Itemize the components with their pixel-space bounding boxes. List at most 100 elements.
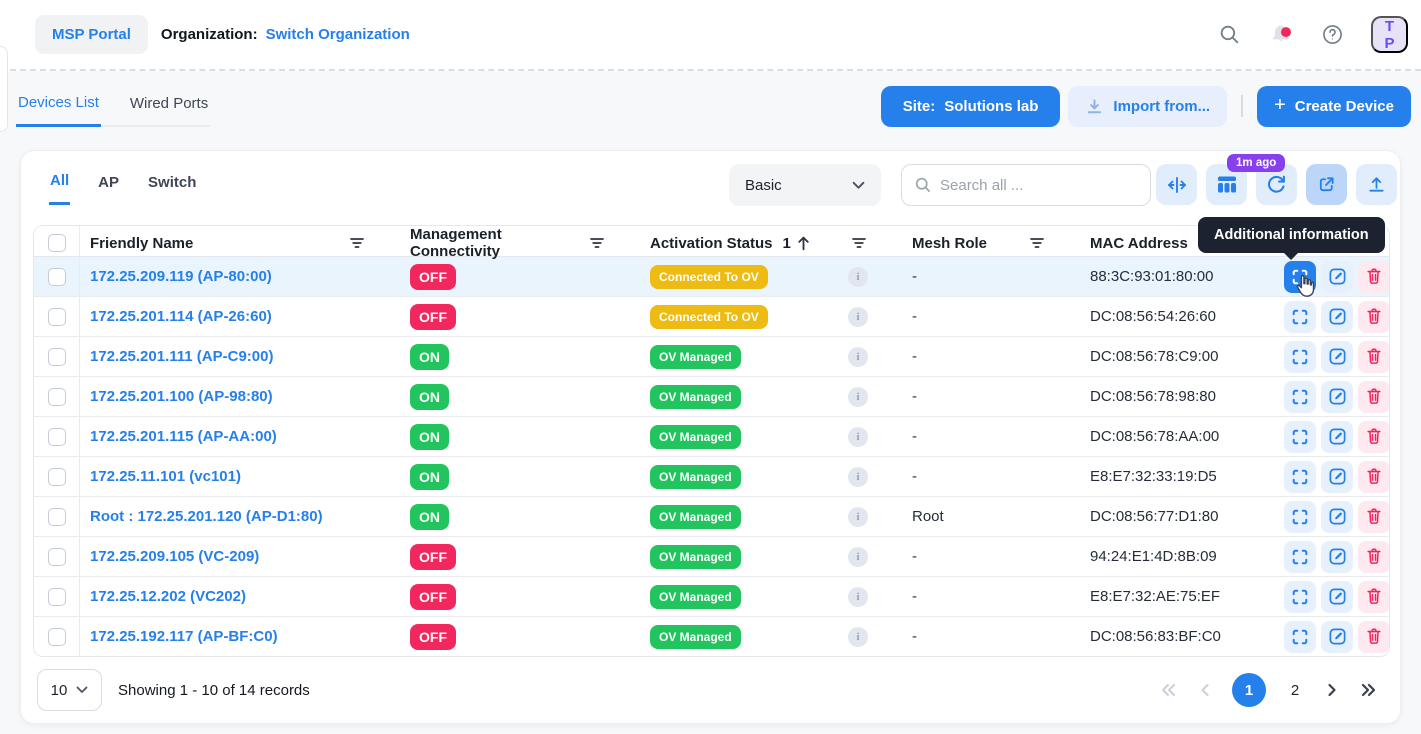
edit-device-button[interactable]	[1321, 581, 1353, 613]
delete-device-button[interactable]	[1358, 461, 1390, 493]
delete-device-button[interactable]	[1358, 381, 1390, 413]
edit-device-button[interactable]	[1321, 461, 1353, 493]
edit-device-button[interactable]	[1321, 421, 1353, 453]
filter-icon[interactable]	[350, 237, 364, 249]
tab-ap[interactable]: AP	[97, 172, 120, 205]
delete-device-button[interactable]	[1358, 421, 1390, 453]
tab-devices-list[interactable]: Devices List	[16, 94, 101, 127]
device-name-link[interactable]: 172.25.209.119 (AP-80:00)	[90, 268, 272, 285]
edit-device-button[interactable]	[1321, 341, 1353, 373]
activation-status-badge: OV Managed	[650, 465, 741, 489]
device-name-link[interactable]: 172.25.12.202 (VC202)	[90, 588, 246, 605]
filter-icon[interactable]	[852, 237, 866, 249]
additional-information-button[interactable]	[1284, 621, 1316, 653]
info-icon[interactable]: i	[848, 427, 868, 447]
msp-portal-button[interactable]: MSP Portal	[35, 15, 148, 54]
row-checkbox[interactable]	[48, 508, 66, 526]
fit-columns-icon[interactable]	[1156, 164, 1197, 205]
edit-device-button[interactable]	[1321, 541, 1353, 573]
device-name-link[interactable]: 172.25.209.105 (VC-209)	[90, 548, 259, 565]
filter-icon[interactable]	[1030, 237, 1044, 249]
edit-device-button[interactable]	[1321, 261, 1353, 293]
select-all-checkbox[interactable]	[48, 234, 66, 252]
page-size-select[interactable]: 10	[37, 669, 102, 711]
delete-device-button[interactable]	[1358, 501, 1390, 533]
upload-icon[interactable]	[1356, 164, 1397, 205]
page-number-2[interactable]: 2	[1285, 682, 1305, 699]
additional-information-button[interactable]	[1284, 381, 1316, 413]
tab-wired-ports[interactable]: Wired Ports	[128, 94, 210, 125]
edit-device-button[interactable]	[1321, 301, 1353, 333]
device-name-link[interactable]: 172.25.201.111 (AP-C9:00)	[90, 348, 273, 365]
row-checkbox[interactable]	[48, 428, 66, 446]
table-header-row: Friendly Name Management Connectivity Ac…	[34, 226, 1389, 257]
row-checkbox[interactable]	[48, 308, 66, 326]
additional-information-button[interactable]	[1284, 301, 1316, 333]
info-icon[interactable]: i	[848, 627, 868, 647]
organization-link[interactable]: Switch Organization	[266, 26, 410, 43]
notification-bell-icon[interactable]	[1268, 22, 1294, 48]
delete-device-button[interactable]	[1358, 581, 1390, 613]
tab-switch[interactable]: Switch	[147, 172, 197, 205]
row-checkbox[interactable]	[48, 348, 66, 366]
plus-icon: +	[1274, 94, 1286, 117]
info-icon[interactable]: i	[848, 387, 868, 407]
row-checkbox[interactable]	[48, 628, 66, 646]
sort-asc-arrow-icon[interactable]	[797, 236, 810, 251]
delete-device-button[interactable]	[1358, 261, 1390, 293]
edit-device-button[interactable]	[1321, 621, 1353, 653]
additional-information-button[interactable]	[1284, 341, 1316, 373]
delete-device-button[interactable]	[1358, 341, 1390, 373]
filter-icon[interactable]	[590, 237, 604, 249]
additional-information-button[interactable]	[1284, 581, 1316, 613]
device-name-link[interactable]: Root : 172.25.201.120 (AP-D1:80)	[90, 508, 323, 525]
row-checkbox[interactable]	[48, 388, 66, 406]
page-size-value: 10	[51, 682, 68, 699]
import-from-button[interactable]: Import from...	[1068, 86, 1227, 127]
additional-information-button[interactable]	[1284, 421, 1316, 453]
additional-information-button[interactable]	[1284, 461, 1316, 493]
info-icon[interactable]: i	[848, 307, 868, 327]
search-input[interactable]	[940, 177, 1138, 194]
devices-panel: All AP Switch Basic 1m ago Additional in…	[20, 150, 1401, 724]
edit-device-button[interactable]	[1321, 381, 1353, 413]
previous-page-button[interactable]	[1199, 682, 1211, 698]
mac-address-value: E8:E7:32:33:19:D5	[1080, 457, 1266, 496]
row-checkbox[interactable]	[48, 548, 66, 566]
additional-information-button[interactable]	[1284, 501, 1316, 533]
info-icon[interactable]: i	[848, 467, 868, 487]
row-checkbox[interactable]	[48, 268, 66, 286]
device-name-link[interactable]: 172.25.201.114 (AP-26:60)	[90, 308, 272, 325]
row-checkbox[interactable]	[48, 468, 66, 486]
info-icon[interactable]: i	[848, 347, 868, 367]
info-icon[interactable]: i	[848, 267, 868, 287]
sort-order-number: 1	[783, 235, 791, 252]
user-avatar[interactable]: T P	[1371, 16, 1408, 53]
next-page-button[interactable]	[1326, 682, 1338, 698]
search-icon[interactable]	[1218, 23, 1241, 46]
first-page-button[interactable]	[1159, 682, 1178, 698]
device-name-link[interactable]: 172.25.192.117 (AP-BF:C0)	[90, 628, 278, 645]
info-icon[interactable]: i	[848, 587, 868, 607]
view-mode-select[interactable]: Basic	[729, 164, 881, 206]
delete-device-button[interactable]	[1358, 621, 1390, 653]
last-page-button[interactable]	[1359, 682, 1378, 698]
info-icon[interactable]: i	[848, 507, 868, 527]
tab-all[interactable]: All	[49, 172, 70, 205]
device-name-link[interactable]: 172.25.201.100 (AP-98:80)	[90, 388, 273, 405]
col-activation-status[interactable]: Activation Status	[650, 235, 773, 252]
device-name-link[interactable]: 172.25.201.115 (AP-AA:00)	[90, 428, 277, 445]
delete-device-button[interactable]	[1358, 301, 1390, 333]
site-button[interactable]: Site: Solutions lab	[881, 86, 1061, 127]
row-checkbox[interactable]	[48, 588, 66, 606]
info-icon[interactable]: i	[848, 547, 868, 567]
device-name-link[interactable]: 172.25.11.101 (vc101)	[90, 468, 241, 485]
additional-information-button[interactable]	[1284, 541, 1316, 573]
open-in-new-icon[interactable]	[1306, 164, 1347, 205]
mesh-role-value: -	[902, 537, 1080, 576]
page-number-1[interactable]: 1	[1232, 673, 1266, 707]
help-icon[interactable]	[1321, 23, 1344, 46]
edit-device-button[interactable]	[1321, 501, 1353, 533]
delete-device-button[interactable]	[1358, 541, 1390, 573]
create-device-button[interactable]: + Create Device	[1257, 86, 1411, 127]
